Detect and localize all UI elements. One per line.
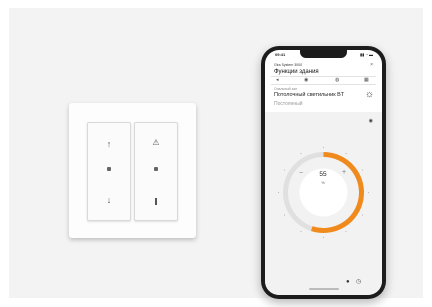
dial-tick	[283, 214, 286, 216]
status-icons: ▮▮ ◔ ▬	[359, 52, 373, 57]
dial-tick	[322, 146, 325, 149]
divider	[271, 84, 376, 85]
status-time: 09:41	[275, 52, 286, 57]
arrow-down-icon: ↓	[106, 195, 112, 205]
increase-button[interactable]: +	[342, 169, 346, 176]
brightness-dial[interactable]	[275, 144, 372, 241]
device-mode: Постоянный	[274, 101, 303, 107]
phone-notch	[300, 50, 347, 58]
dial-tick	[361, 169, 364, 171]
app-title: Функции здания	[274, 69, 319, 75]
timer-icon[interactable]: ◷	[356, 278, 361, 285]
dial-tick	[345, 152, 347, 155]
dial-tick	[277, 191, 280, 194]
device-name: Потолочный светильник BT	[274, 92, 345, 98]
dial-value: 55	[319, 171, 327, 178]
dial-tick	[322, 236, 325, 239]
bulb-icon[interactable]: ●	[346, 279, 350, 285]
dial-tick	[300, 230, 302, 233]
product-scene: ↑ ↓ ⚠ 09:41 ▮▮ ◔ ▬ Gira System 3000 × Фу…	[9, 8, 423, 299]
app-subtitle: Gira System 3000	[274, 63, 303, 67]
smartphone: 09:41 ▮▮ ◔ ▬ Gira System 3000 × Функции …	[261, 46, 386, 299]
led-dot-icon	[107, 167, 111, 171]
close-icon[interactable]: ×	[370, 62, 373, 68]
blind-rocker[interactable]: ↑ ↓	[87, 122, 131, 221]
wall-switch: ↑ ↓ ⚠	[69, 103, 196, 238]
back-tab-icon[interactable]: ◂	[276, 77, 279, 83]
dial-tick	[283, 169, 286, 171]
light-tab-icon[interactable]: ◉	[304, 77, 308, 83]
dial-unit: %	[321, 180, 325, 185]
alarm-bell-icon: ⚠	[152, 138, 160, 147]
divider	[271, 76, 376, 77]
home-indicator	[309, 288, 339, 290]
arrow-up-icon: ↑	[106, 139, 112, 149]
dimmer-card: ◉ − 55 % + ● ◷	[265, 112, 382, 295]
toggle-icon[interactable]: ◉	[369, 118, 373, 124]
climate-tab-icon[interactable]: ◍	[335, 77, 339, 83]
dial-tick	[361, 214, 364, 216]
phone-screen: 09:41 ▮▮ ◔ ▬ Gira System 3000 × Функции …	[265, 50, 382, 295]
power-bar-icon	[155, 198, 157, 205]
dial-tick	[345, 230, 347, 233]
function-rocker[interactable]: ⚠	[134, 122, 178, 221]
room-label: Спальный зал	[274, 87, 298, 91]
dial-tick	[300, 152, 302, 155]
dial-tick	[367, 191, 370, 194]
led-dot-icon	[154, 167, 158, 171]
sun-icon: ☼	[364, 89, 374, 100]
grid-tab-icon[interactable]: ▦	[364, 77, 369, 83]
